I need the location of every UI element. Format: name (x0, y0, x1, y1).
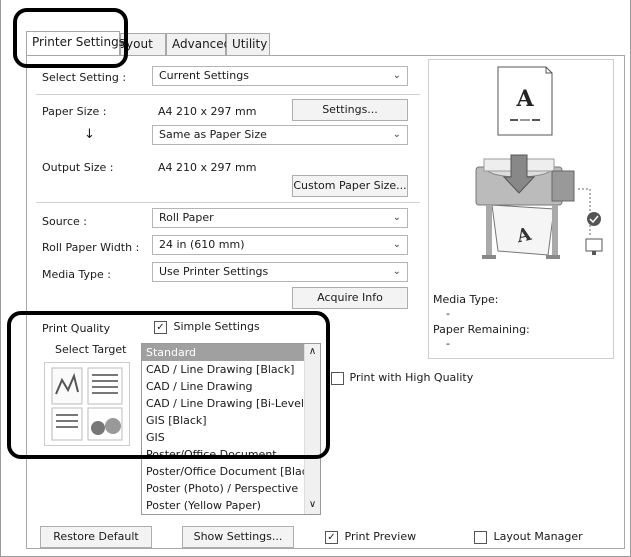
tab-label: Utility (232, 37, 268, 51)
acquire-info-button[interactable]: Acquire Info (292, 287, 408, 309)
printer-preview-illustration: A A (475, 66, 603, 259)
chevron-down-icon: ⌄ (392, 129, 401, 140)
restore-default-button[interactable]: Restore Default (40, 526, 152, 548)
output-size-label: Output Size : (42, 161, 114, 174)
paper-size-label: Paper Size : (42, 105, 107, 118)
output-size-option: Same as Paper Size (159, 128, 267, 141)
roll-paper-width-label: Roll Paper Width : (42, 241, 140, 254)
roll-paper-width-value: 24 in (610 mm) (159, 238, 245, 251)
checkbox-box: ✓ (325, 530, 338, 544)
media-type-label: Media Type : (42, 268, 112, 281)
chevron-down-icon: ⌄ (392, 266, 401, 277)
scroll-down-icon[interactable]: ∨ (305, 499, 320, 510)
chevron-down-icon: ⌄ (392, 212, 401, 223)
checkbox-box (474, 530, 487, 544)
custom-paper-size-button[interactable]: Custom Paper Size... (292, 175, 408, 197)
roll-paper-width-dropdown[interactable]: 24 in (610 mm) ⌄ (152, 235, 408, 255)
print-quality-highlight-callout (7, 311, 330, 459)
print-preview-checkbox[interactable]: ✓ Print Preview (325, 530, 416, 544)
show-settings-button[interactable]: Show Settings... (182, 526, 294, 548)
paper-letter: A (515, 86, 534, 112)
list-item[interactable]: Poster/Office Document [Black] (142, 463, 320, 480)
divider (36, 202, 420, 203)
tab-utility[interactable]: Utility (226, 33, 270, 55)
divider (36, 94, 420, 95)
tab-label: Advanced (172, 37, 232, 51)
arrow-down-icon: ↓ (84, 127, 95, 142)
media-type-value: Use Printer Settings (159, 265, 269, 278)
tab-highlight-callout (13, 8, 128, 68)
select-setting-label: Select Setting : (42, 71, 127, 84)
output-size-dropdown[interactable]: Same as Paper Size ⌄ (152, 125, 408, 145)
settings-button[interactable]: Settings... (292, 99, 408, 121)
media-type-status-label: Media Type: (433, 293, 499, 306)
print-preview-label: Print Preview (344, 530, 417, 543)
chevron-down-icon: ⌄ (392, 239, 401, 250)
chevron-down-icon: ⌄ (392, 70, 401, 81)
select-setting-dropdown[interactable]: Current Settings ⌄ (152, 66, 408, 86)
paper-preview-icon: A (497, 66, 553, 136)
layout-manager-checkbox[interactable]: Layout Manager (474, 530, 583, 544)
list-item[interactable]: Poster (Photo) / Perspective (142, 480, 320, 497)
paper-remaining-label: Paper Remaining: (433, 323, 530, 336)
paper-size-value: A4 210 x 297 mm (158, 105, 257, 118)
checkbox-box (331, 371, 344, 385)
layout-manager-label: Layout Manager (493, 530, 583, 543)
high-quality-label: Print with High Quality (349, 371, 474, 384)
media-type-status-value: - (446, 307, 450, 320)
paper-remaining-value: - (446, 337, 450, 350)
list-item[interactable]: Poster (Yellow Paper) (142, 497, 320, 514)
source-dropdown[interactable]: Roll Paper ⌄ (152, 208, 408, 228)
check-icon: ✓ (327, 531, 336, 543)
select-setting-value: Current Settings (159, 69, 249, 82)
high-quality-checkbox[interactable]: Print with High Quality (331, 371, 473, 385)
printer-icon: A (475, 154, 603, 259)
source-value: Roll Paper (159, 211, 214, 224)
source-label: Source : (42, 215, 87, 228)
media-type-dropdown[interactable]: Use Printer Settings ⌄ (152, 262, 408, 282)
output-size-value: A4 210 x 297 mm (158, 161, 257, 174)
tab-advanced[interactable]: Advanced (166, 33, 231, 55)
